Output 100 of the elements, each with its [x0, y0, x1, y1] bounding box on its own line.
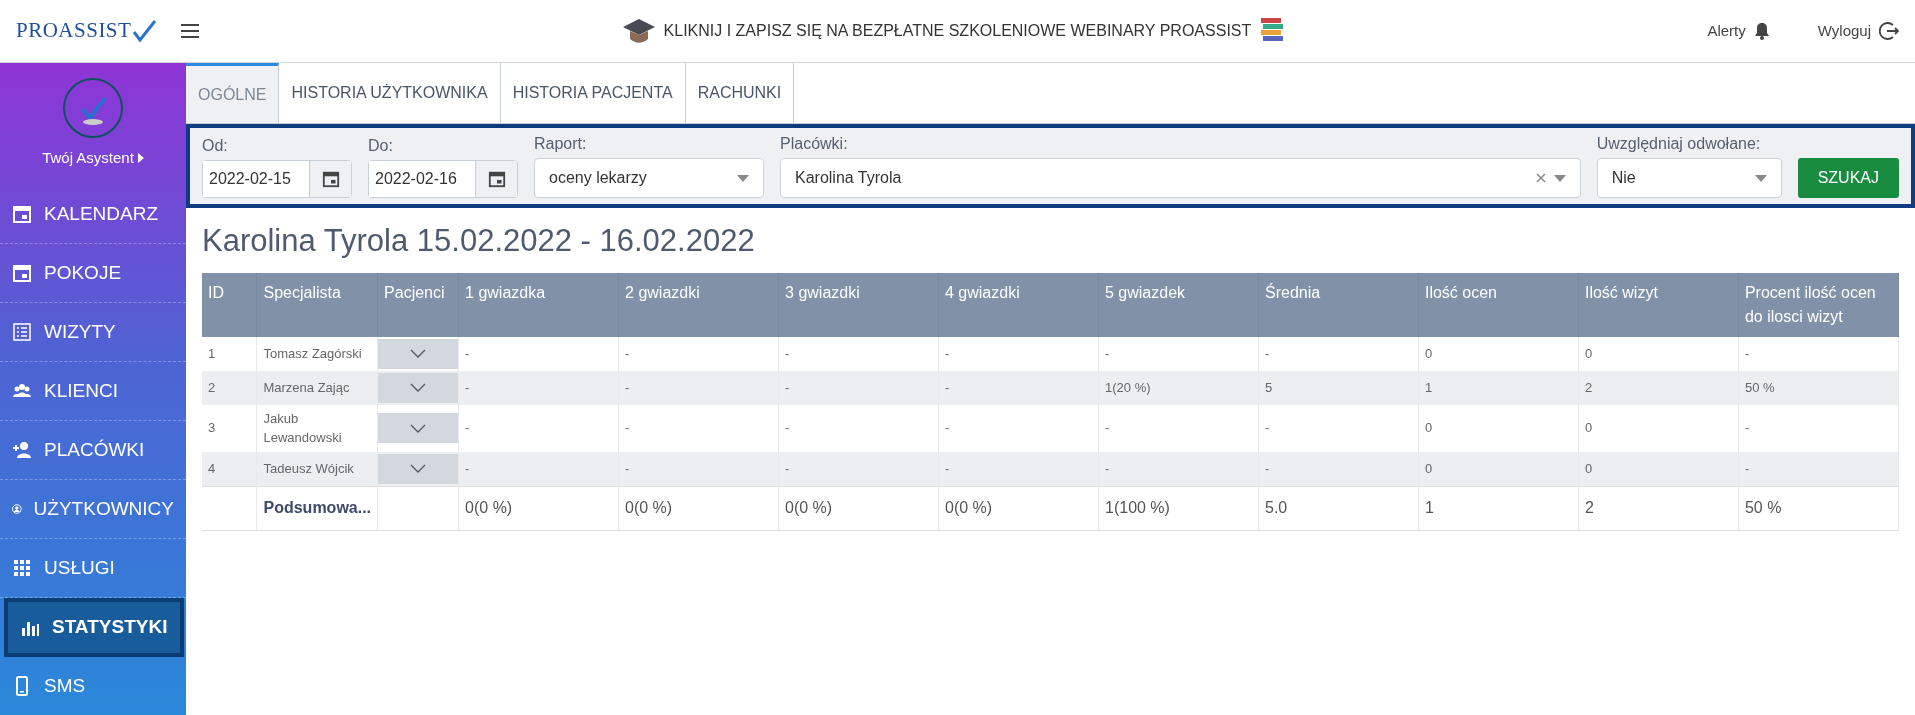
table-cell: -: [1258, 451, 1419, 486]
graduation-cap-icon: [621, 17, 656, 45]
grid-icon: [12, 558, 32, 578]
column-header: Specjalista: [257, 272, 378, 337]
chevron-down-icon: [410, 423, 427, 433]
column-header: 3 gwiazdki: [778, 272, 939, 337]
field-label: Raport:: [534, 134, 588, 154]
dropdown-caret-icon: [1553, 174, 1566, 182]
select-field[interactable]: oceny lekarzy: [534, 158, 764, 198]
table-cell: -: [1738, 451, 1899, 486]
checkmark-icon: [131, 18, 158, 44]
field-label: Uwzględniaj odwołane:: [1596, 134, 1762, 154]
column-header: 2 gwiazdki: [618, 272, 779, 337]
table-cell: -: [458, 336, 619, 371]
calendar-icon: [487, 170, 506, 188]
sidebar-item[interactable]: POKOJE: [0, 244, 186, 303]
table-cell: -: [778, 404, 939, 452]
table-cell: 1: [1418, 370, 1579, 405]
table-cell: 0(0 %): [778, 486, 939, 530]
table-cell: -: [1738, 404, 1899, 452]
calendar-icon: [12, 204, 32, 224]
sidebar-item[interactable]: KALENDARZ: [0, 185, 186, 244]
table-cell: -: [618, 370, 779, 405]
column-header: ID: [202, 272, 257, 337]
search-button[interactable]: SZUKAJ: [1797, 158, 1899, 198]
column-header: Ilość wizyt: [1578, 272, 1739, 337]
field-label: Od:: [202, 136, 229, 156]
chevron-down-icon: [410, 349, 427, 358]
webinar-banner-link[interactable]: KLIKNIJ I ZAPISZ SIĘ NA BEZPŁATNE SZKOLENIOWE WEBINARY PROASSIST: [663, 19, 1252, 43]
column-header: 4 gwiazdki: [938, 272, 1099, 337]
table-cell: -: [458, 404, 619, 452]
sidebar-item[interactable]: STATYSTYKI: [4, 598, 184, 657]
table-cell: 0(0 %): [938, 486, 1099, 530]
logout-icon[interactable]: [1879, 21, 1899, 41]
table-cell: 1: [202, 336, 257, 371]
logo[interactable]: PROASSIST: [16, 15, 132, 47]
sidebar-item[interactable]: UŻYTKOWNICY: [0, 480, 186, 539]
table-cell: 0: [1418, 336, 1579, 371]
table-cell: -: [1258, 336, 1419, 371]
table-cell: 0: [1418, 404, 1579, 452]
table-cell: -: [778, 451, 939, 486]
calendar-button[interactable]: [309, 161, 351, 197]
alerts-link[interactable]: Alerty: [1707, 19, 1746, 43]
table-cell: 0: [1578, 451, 1739, 486]
table-cell: -: [458, 451, 619, 486]
table-cell: 50 %: [1738, 486, 1899, 530]
table-cell: 2: [202, 370, 257, 405]
sidebar-item[interactable]: PLACÓWKI: [0, 421, 186, 480]
add-person-icon: [12, 440, 32, 460]
table-cell: 5.0: [1258, 486, 1419, 530]
avatar-check-icon[interactable]: [62, 77, 124, 139]
caret-icon: [137, 153, 144, 164]
table-cell: Jakub Lewandowski: [257, 404, 378, 452]
table-cell: 0(0 %): [618, 486, 779, 530]
table-cell: -: [938, 370, 1099, 405]
table-cell: -: [1738, 336, 1899, 371]
select-field[interactable]: Nie: [1596, 158, 1782, 198]
date-field[interactable]: 2022-02-15: [202, 160, 352, 198]
column-header: 1 gwiazdka: [458, 272, 619, 337]
sidebar-item[interactable]: SMS: [0, 657, 186, 715]
column-header: Średnia: [1258, 272, 1419, 337]
date-field[interactable]: 2022-02-16: [368, 160, 518, 198]
table-cell: -: [618, 451, 779, 486]
table-cell: -: [1098, 451, 1259, 486]
report-title: Karolina Tyrola 15.02.2022 - 16.02.2022: [202, 222, 756, 260]
table-cell: 0: [1578, 336, 1739, 371]
table-cell: -: [778, 370, 939, 405]
table-cell: -: [618, 336, 779, 371]
column-header: Pacjenci: [377, 272, 459, 337]
table-cell: -: [1098, 336, 1259, 371]
table-cell: -: [458, 370, 619, 405]
calendar-icon: [321, 170, 340, 188]
calendar-icon: [12, 263, 32, 283]
menu-icon[interactable]: [181, 24, 200, 38]
bell-icon[interactable]: [1753, 22, 1770, 40]
logout-link[interactable]: Wyloguj: [1817, 19, 1871, 43]
dropdown-caret-icon: [1754, 174, 1767, 182]
table-cell: 2: [1578, 370, 1739, 405]
chevron-down-icon: [410, 464, 427, 473]
select-field[interactable]: Karolina Tyrola: [780, 158, 1581, 198]
chevron-down-icon: [410, 383, 427, 392]
table-cell: 5: [1258, 370, 1419, 405]
sidebar-item[interactable]: KLIENCI: [0, 362, 186, 421]
calendar-button[interactable]: [475, 161, 517, 197]
field-label: Do:: [368, 136, 394, 156]
sidebar-item[interactable]: WIZYTY: [0, 303, 186, 362]
table-cell: 50 %: [1738, 370, 1899, 405]
user-menu-link[interactable]: Twój Asystent: [42, 147, 144, 170]
table-cell: -: [1258, 404, 1419, 452]
table-cell: -: [938, 336, 1099, 371]
clear-icon[interactable]: [1535, 173, 1546, 183]
table-cell: 4: [202, 451, 257, 486]
field-label: Placówki:: [780, 134, 849, 154]
table-cell: Marzena Zając: [257, 370, 378, 405]
table-cell: -: [1098, 404, 1259, 452]
table-cell: Tadeusz Wójcik: [257, 451, 378, 486]
table-cell: -: [938, 404, 1099, 452]
list-icon: [12, 322, 32, 342]
table-cell: 0: [1578, 404, 1739, 452]
table-cell: 1: [1418, 486, 1579, 530]
